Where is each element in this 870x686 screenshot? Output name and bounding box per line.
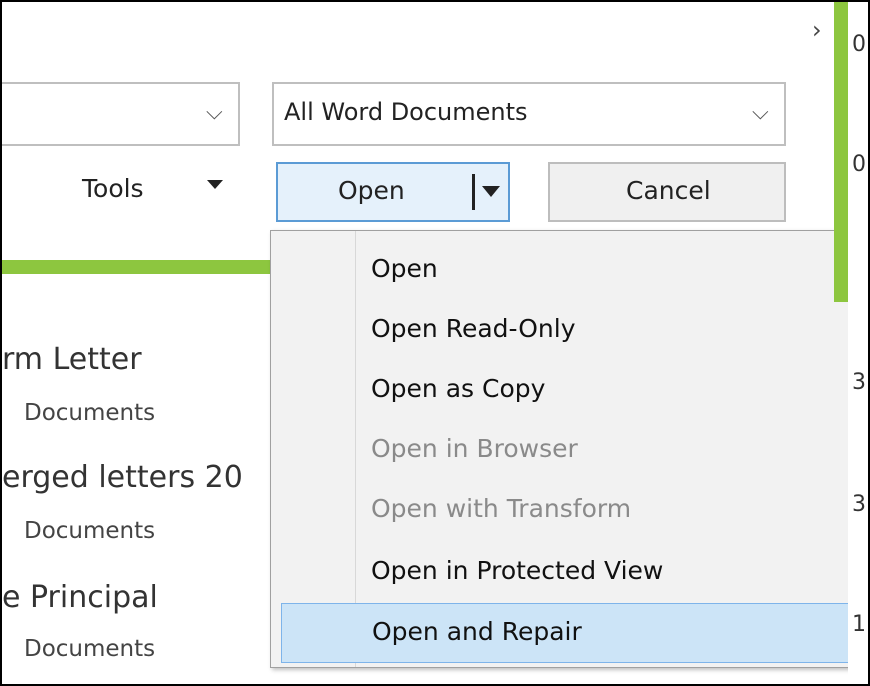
accent-bar-vertical — [834, 2, 848, 302]
menu-item-label: Open in Protected View — [371, 556, 664, 585]
menu-item-label: Open as Copy — [371, 374, 546, 403]
tools-dropdown-arrow-icon[interactable] — [207, 180, 223, 189]
menu-item-label: Open in Browser — [371, 434, 578, 463]
open-file-dialog: › ⌵ All Word Documents ⌵ Tools Open Canc… — [2, 2, 860, 684]
cancel-button-label: Cancel — [626, 176, 711, 205]
file-location: Documents — [24, 518, 156, 544]
menu-item-open-and-repair[interactable]: Open and Repair — [281, 603, 853, 663]
menu-item-open-with-transform: Open with Transform — [271, 481, 859, 541]
clipped-text: 3 — [852, 492, 866, 517]
menu-item-open-read-only[interactable]: Open Read-Only — [271, 301, 859, 361]
file-type-select[interactable]: All Word Documents ⌵ — [272, 82, 786, 146]
file-name: rm Letter — [2, 342, 142, 377]
menu-item-label: Open — [371, 254, 438, 283]
chevron-right-icon[interactable]: › — [812, 16, 822, 44]
tools-button[interactable]: Tools — [82, 174, 144, 203]
menu-item-label: Open with Transform — [371, 494, 632, 523]
cancel-button[interactable]: Cancel — [548, 162, 786, 222]
file-type-selected-label: All Word Documents — [284, 98, 528, 126]
chevron-down-icon: ⌵ — [752, 100, 769, 125]
file-name-input[interactable]: ⌵ — [2, 82, 240, 146]
menu-item-label: Open and Repair — [372, 617, 582, 646]
file-name: erged letters 20 — [2, 460, 243, 495]
file-name: e Principal — [2, 580, 158, 615]
background-window-strip: 0: 0: 3 3 1: — [848, 2, 868, 684]
menu-item-open-as-copy[interactable]: Open as Copy — [271, 361, 859, 421]
menu-item-open[interactable]: Open — [271, 241, 859, 301]
screenshot-frame: › ⌵ All Word Documents ⌵ Tools Open Canc… — [0, 0, 870, 686]
file-location: Documents — [24, 636, 156, 662]
dropdown-arrow-icon[interactable] — [482, 186, 500, 197]
file-location: Documents — [24, 400, 156, 426]
clipped-text: 0: — [852, 32, 868, 57]
open-button[interactable]: Open — [276, 162, 510, 222]
clipped-text: 1: — [852, 612, 868, 637]
open-options-menu: Open Open Read-Only Open as Copy Open in… — [270, 230, 860, 668]
menu-item-label: Open Read-Only — [371, 314, 576, 343]
chevron-down-icon[interactable]: ⌵ — [206, 100, 223, 125]
menu-item-open-in-browser: Open in Browser — [271, 421, 859, 481]
menu-item-open-in-protected-view[interactable]: Open in Protected View — [271, 543, 859, 603]
open-button-label: Open — [338, 176, 405, 205]
split-divider — [472, 174, 475, 210]
clipped-text: 3 — [852, 370, 866, 395]
clipped-text: 0: — [852, 152, 868, 177]
